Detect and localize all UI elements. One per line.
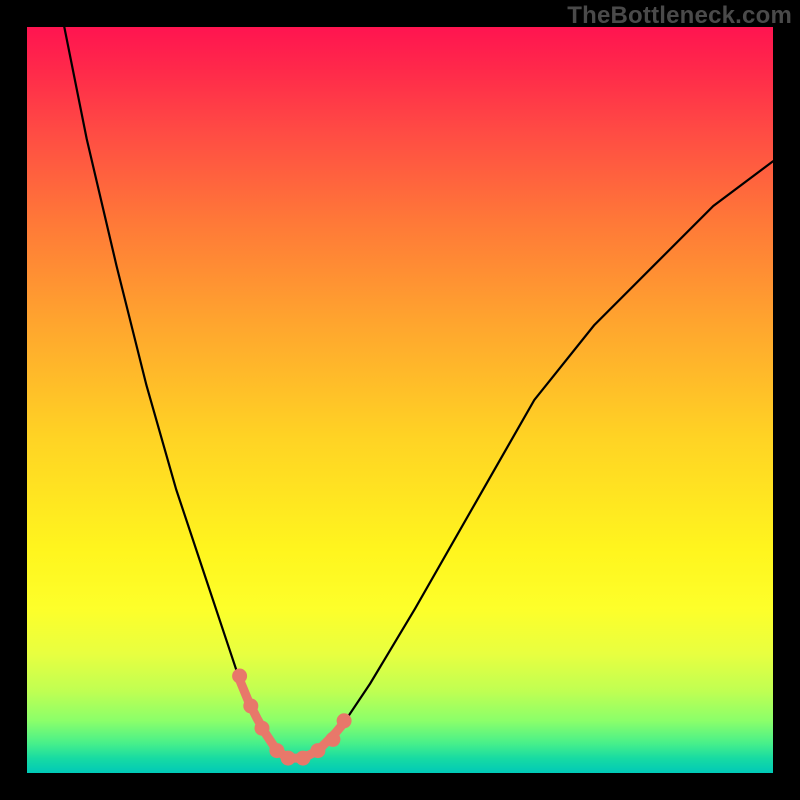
curve-marker bbox=[244, 699, 258, 713]
bottleneck-curve bbox=[64, 27, 773, 758]
curve-bottom-highlight bbox=[240, 680, 345, 758]
curve-marker bbox=[337, 714, 351, 728]
watermark-text: TheBottleneck.com bbox=[567, 2, 792, 30]
curve-svg bbox=[27, 27, 773, 773]
curve-marker bbox=[326, 732, 340, 746]
marker-group bbox=[233, 669, 352, 765]
curve-marker bbox=[281, 751, 295, 765]
curve-marker bbox=[255, 721, 269, 735]
curve-marker bbox=[296, 751, 310, 765]
chart-frame: TheBottleneck.com bbox=[0, 0, 800, 800]
curve-marker bbox=[233, 669, 247, 683]
plot-area bbox=[27, 27, 773, 773]
curve-marker bbox=[311, 744, 325, 758]
